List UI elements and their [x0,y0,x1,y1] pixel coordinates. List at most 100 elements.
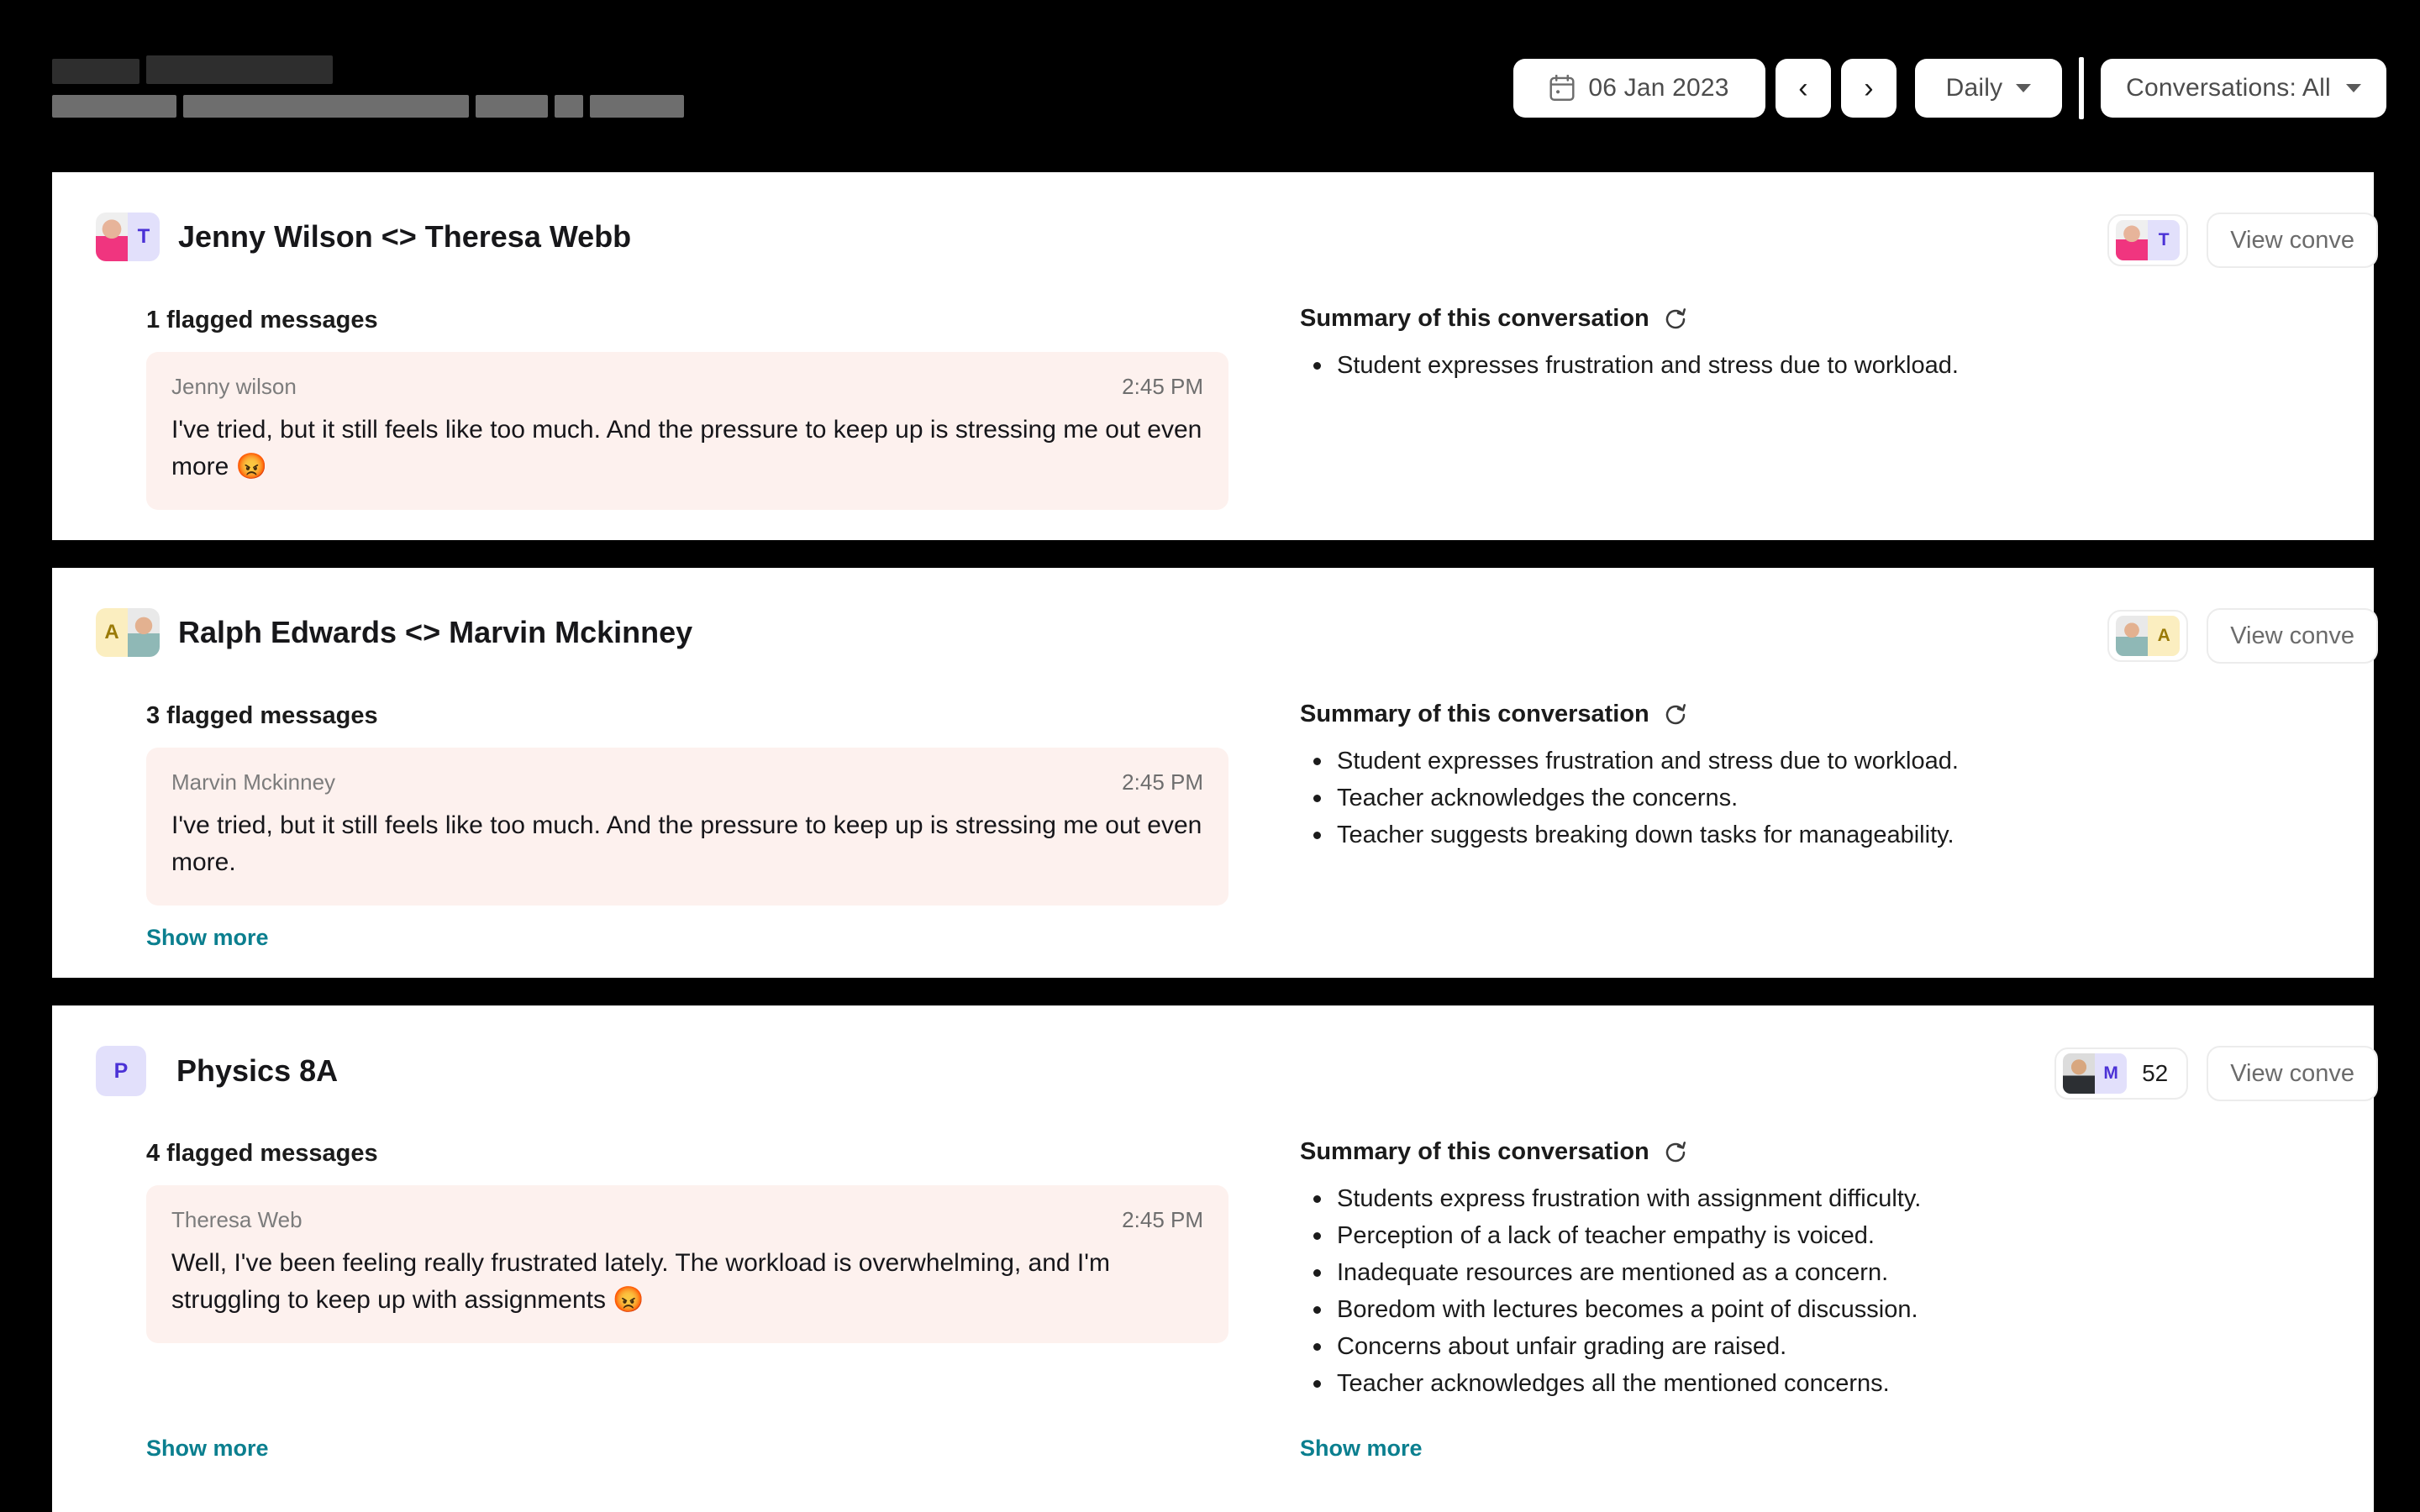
avatar-photo-ralph [2116,616,2149,656]
flagged-messages-count: 1 flagged messages [146,307,378,333]
summary-bullet: Inadequate resources are mentioned as a … [1300,1254,1921,1291]
message-text: I've tried, but it still feels like too … [171,811,1202,876]
chevron-down-icon [2345,84,2361,92]
card-header-actions: A View conve [2107,608,2378,664]
view-conversation-button[interactable]: View conve [2207,608,2378,664]
view-conversation-label: View conve [2230,622,2354,649]
message-author: Marvin Mckinney [171,769,336,795]
period-label: Daily [1945,74,2003,102]
card-header-actions: M 52 View conve [2054,1046,2378,1101]
flagged-message[interactable]: Marvin Mckinney 2:45 PM I've tried, but … [146,748,1228,906]
participants-pill[interactable]: T [2107,214,2189,266]
participants-pill[interactable]: M 52 [2054,1047,2189,1100]
avatar-initial: T [2148,220,2181,260]
summary-bullet: Students express frustration with assign… [1300,1180,1921,1217]
show-more-summary-link[interactable]: Show more [1300,1436,1423,1462]
summary-title: Summary of this conversation [1300,305,1649,332]
avatar-group: T [96,213,160,261]
period-select[interactable]: Daily [1915,59,2062,118]
summary-header: Summary of this conversation [1300,701,1688,728]
summary-title: Summary of this conversation [1300,1138,1649,1165]
flagged-message[interactable]: Theresa Web 2:45 PM Well, I've been feel… [146,1185,1228,1343]
avatar-group: A [2116,616,2181,656]
view-conversation-button[interactable]: View conve [2207,213,2378,268]
prev-period-button[interactable]: ‹ [1776,59,1831,118]
summary-bullet: Student expresses frustration and stress… [1300,743,1959,780]
chevron-right-icon: › [1864,71,1874,104]
summary-bullet: Boredom with lectures becomes a point of… [1300,1291,1921,1328]
calendar-icon [1549,75,1575,102]
conversations-filter-select[interactable]: Conversations: All [2101,59,2386,118]
toolbar-divider [2079,57,2084,119]
summary-bullet: Teacher suggests breaking down tasks for… [1300,816,1959,853]
toolbar: 06 Jan 2023 ‹ › Daily Conversations: All [1513,57,2386,119]
card-header: P Physics 8A [96,1046,338,1096]
message-text: I've tried, but it still feels like too … [171,416,1202,480]
conversation-title: Physics 8A [176,1053,339,1088]
next-period-button[interactable]: › [1841,59,1897,118]
conversation-title: Ralph Edwards <> Marvin Mckinney [178,615,693,649]
refresh-icon[interactable] [1663,702,1688,727]
top-bar: 06 Jan 2023 ‹ › Daily Conversations: All [0,0,2420,172]
flagged-message-header: Jenny wilson 2:45 PM [171,374,1203,400]
view-conversation-button[interactable]: View conve [2207,1046,2378,1101]
summary-header: Summary of this conversation [1300,305,1688,333]
flagged-message[interactable]: Jenny wilson 2:45 PM I've tried, but it … [146,352,1228,510]
summary-bullets: Students express frustration with assign… [1300,1180,1921,1402]
avatar-initial: P [96,1046,146,1096]
message-time: 2:45 PM [1122,1207,1203,1232]
conversation-card[interactable]: T Jenny Wilson <> Theresa Webb T View co… [52,172,2378,540]
summary-bullet: Teacher acknowledges the concerns. [1300,780,1959,816]
page-subtitle-redacted [52,95,684,118]
message-author: Jenny wilson [171,374,297,399]
conversation-title: Jenny Wilson <> Theresa Webb [178,219,632,254]
avatar-initial: A [96,608,128,657]
message-time: 2:45 PM [1122,769,1203,795]
avatar-initial: T [128,213,160,261]
conversation-card[interactable]: A Ralph Edwards <> Marvin Mckinney A Vie… [52,568,2378,978]
avatar-initial: A [2148,616,2181,656]
chevron-left-icon: ‹ [1798,71,1808,104]
flagged-message-header: Theresa Web 2:45 PM [171,1207,1203,1233]
show-more-messages-link[interactable]: Show more [146,1436,269,1462]
participants-pill[interactable]: A [2107,610,2189,662]
date-value: 06 Jan 2023 [1588,74,1729,102]
message-text: Well, I've been feeling really frustrate… [171,1249,1110,1314]
view-conversation-label: View conve [2230,226,2354,254]
message-author: Theresa Web [171,1207,302,1232]
avatar-group: T [2116,220,2181,260]
avatar-photo-ralph [128,608,160,657]
conversations-filter-label: Conversations: All [2126,74,2331,102]
avatar-photo-jenny [2116,220,2149,260]
message-time: 2:45 PM [1122,374,1203,399]
card-header-actions: T View conve [2107,213,2378,268]
conversation-card[interactable]: P Physics 8A M 52 View conve 4 flagged m… [52,1005,2378,1512]
avatar-group: P [96,1046,146,1096]
date-picker[interactable]: 06 Jan 2023 [1513,59,1765,118]
refresh-icon[interactable] [1663,1140,1688,1165]
avatar-photo-jenny [96,213,128,261]
summary-bullet: Student expresses frustration and stress… [1300,347,1959,384]
flagged-message-header: Marvin Mckinney 2:45 PM [171,769,1203,795]
card-header: A Ralph Edwards <> Marvin Mckinney [96,608,692,657]
summary-bullet: Concerns about unfair grading are raised… [1300,1328,1921,1365]
summary-title: Summary of this conversation [1300,701,1649,727]
avatar-group: M [2063,1053,2128,1094]
summary-bullets: Student expresses frustration and stress… [1300,743,1959,853]
page-title-redacted [52,55,333,84]
summary-header: Summary of this conversation [1300,1138,1688,1166]
card-header: T Jenny Wilson <> Theresa Webb [96,213,631,261]
show-more-messages-link[interactable]: Show more [146,925,269,951]
chevron-down-icon [2016,84,2032,92]
summary-bullet: Teacher acknowledges all the mentioned c… [1300,1365,1921,1402]
app-root: 06 Jan 2023 ‹ › Daily Conversations: All [0,0,2420,1512]
summary-bullets: Student expresses frustration and stress… [1300,347,1959,384]
avatar-initial: M [2095,1053,2128,1094]
participants-count: 52 [2142,1060,2169,1086]
flagged-messages-count: 4 flagged messages [146,1140,378,1167]
summary-bullet: Perception of a lack of teacher empathy … [1300,1217,1921,1254]
avatar-group: A [96,608,160,657]
refresh-icon[interactable] [1663,307,1688,332]
view-conversation-label: View conve [2230,1059,2354,1087]
flagged-messages-count: 3 flagged messages [146,702,378,729]
